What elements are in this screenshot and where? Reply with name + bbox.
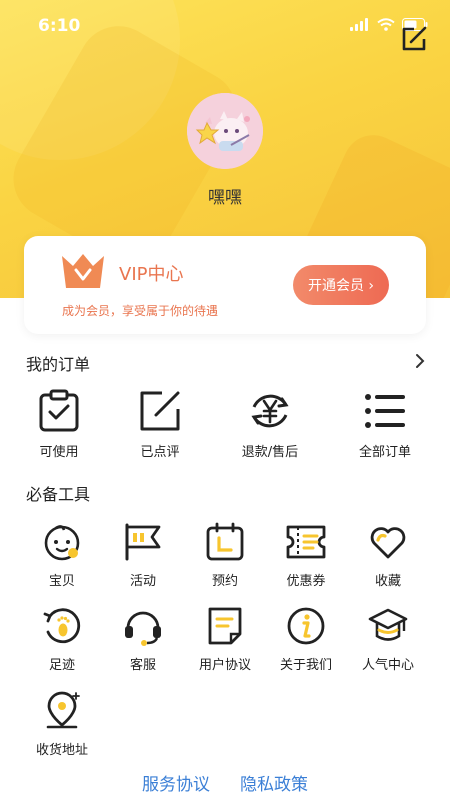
- footprint-icon: [43, 608, 81, 644]
- headset-icon: [125, 611, 161, 646]
- signal-icon: [350, 18, 368, 31]
- location-pin-icon: [46, 691, 80, 729]
- info-icon: [287, 607, 325, 645]
- status-bar: 6:10: [0, 0, 450, 52]
- tool-item-label: 用户协议: [198, 658, 251, 673]
- vip-card[interactable]: VIP中心 成为会员，享受属于你的待遇 开通会员 ›: [24, 236, 426, 334]
- flag-icon: [125, 523, 161, 561]
- tools-section-title: 必备工具: [26, 485, 91, 504]
- order-item-available[interactable]: 可使用: [18, 389, 100, 460]
- heart-icon: [370, 527, 406, 559]
- avatar-illustration-icon: [187, 93, 263, 169]
- footer-links: 服务协议 隐私政策: [0, 770, 450, 795]
- tool-item-label: 人气中心: [361, 658, 414, 673]
- tool-item-activity[interactable]: 活动: [103, 522, 183, 589]
- calendar-icon: [206, 522, 244, 561]
- order-item-label: 已点评: [140, 445, 180, 460]
- graduation-cap-icon: [368, 608, 408, 641]
- edit-profile-icon[interactable]: [400, 25, 428, 53]
- tool-item-label: 预约: [211, 574, 238, 589]
- tool-item-label: 足迹: [48, 658, 75, 673]
- tool-item-baby[interactable]: 宝贝: [22, 522, 102, 589]
- order-item-label: 退款/售后: [241, 445, 299, 460]
- tool-item-label: 收藏: [374, 574, 401, 589]
- tool-item-label: 宝贝: [48, 574, 75, 589]
- tool-item-label: 优惠券: [286, 574, 326, 589]
- tool-item-label: 活动: [129, 574, 156, 589]
- crown-icon: [62, 254, 104, 288]
- tool-item-label: 收货地址: [35, 743, 88, 758]
- vip-title: VIP中心: [119, 264, 184, 285]
- open-membership-button[interactable]: 开通会员 ›: [293, 265, 389, 305]
- list-icon: [365, 394, 405, 428]
- tool-item-label: 客服: [129, 658, 156, 673]
- vip-subtitle: 成为会员，享受属于你的待遇: [62, 304, 219, 318]
- tool-item-user-agreement[interactable]: 用户协议: [185, 606, 265, 673]
- nickname: 嘿嘿: [208, 188, 242, 208]
- ticket-icon: [286, 525, 326, 559]
- status-time: 6:10: [38, 16, 81, 36]
- order-item-refund[interactable]: 退款/售后: [220, 389, 320, 460]
- order-item-label: 可使用: [39, 445, 79, 460]
- tool-item-popularity-center[interactable]: 人气中心: [348, 606, 428, 673]
- tool-item-appointment[interactable]: 预约: [185, 522, 265, 589]
- order-item-reviewed[interactable]: 已点评: [119, 389, 201, 460]
- orders-section-title: 我的订单: [26, 355, 91, 374]
- tool-item-favorites[interactable]: 收藏: [348, 522, 428, 589]
- tool-item-footprint[interactable]: 足迹: [22, 606, 102, 673]
- document-icon: [208, 607, 242, 645]
- order-item-all[interactable]: 全部订单: [344, 389, 426, 460]
- service-agreement-link[interactable]: 服务协议: [142, 770, 210, 795]
- chevron-right-icon[interactable]: [413, 352, 427, 370]
- tool-item-shipping-address[interactable]: 收货地址: [22, 691, 102, 758]
- edit-square-icon: [140, 391, 180, 431]
- privacy-policy-link[interactable]: 隐私政策: [240, 770, 308, 795]
- avatar[interactable]: [187, 93, 263, 169]
- baby-icon: [44, 525, 80, 561]
- wifi-icon: [377, 18, 395, 31]
- clipboard-check-icon: [39, 389, 79, 432]
- tool-item-about-us[interactable]: 关于我们: [266, 606, 346, 673]
- yen-refund-icon: [251, 394, 289, 428]
- tool-item-customer-service[interactable]: 客服: [103, 606, 183, 673]
- tool-item-label: 关于我们: [279, 658, 332, 673]
- tool-item-coupon[interactable]: 优惠券: [266, 522, 346, 589]
- order-item-label: 全部订单: [358, 445, 411, 460]
